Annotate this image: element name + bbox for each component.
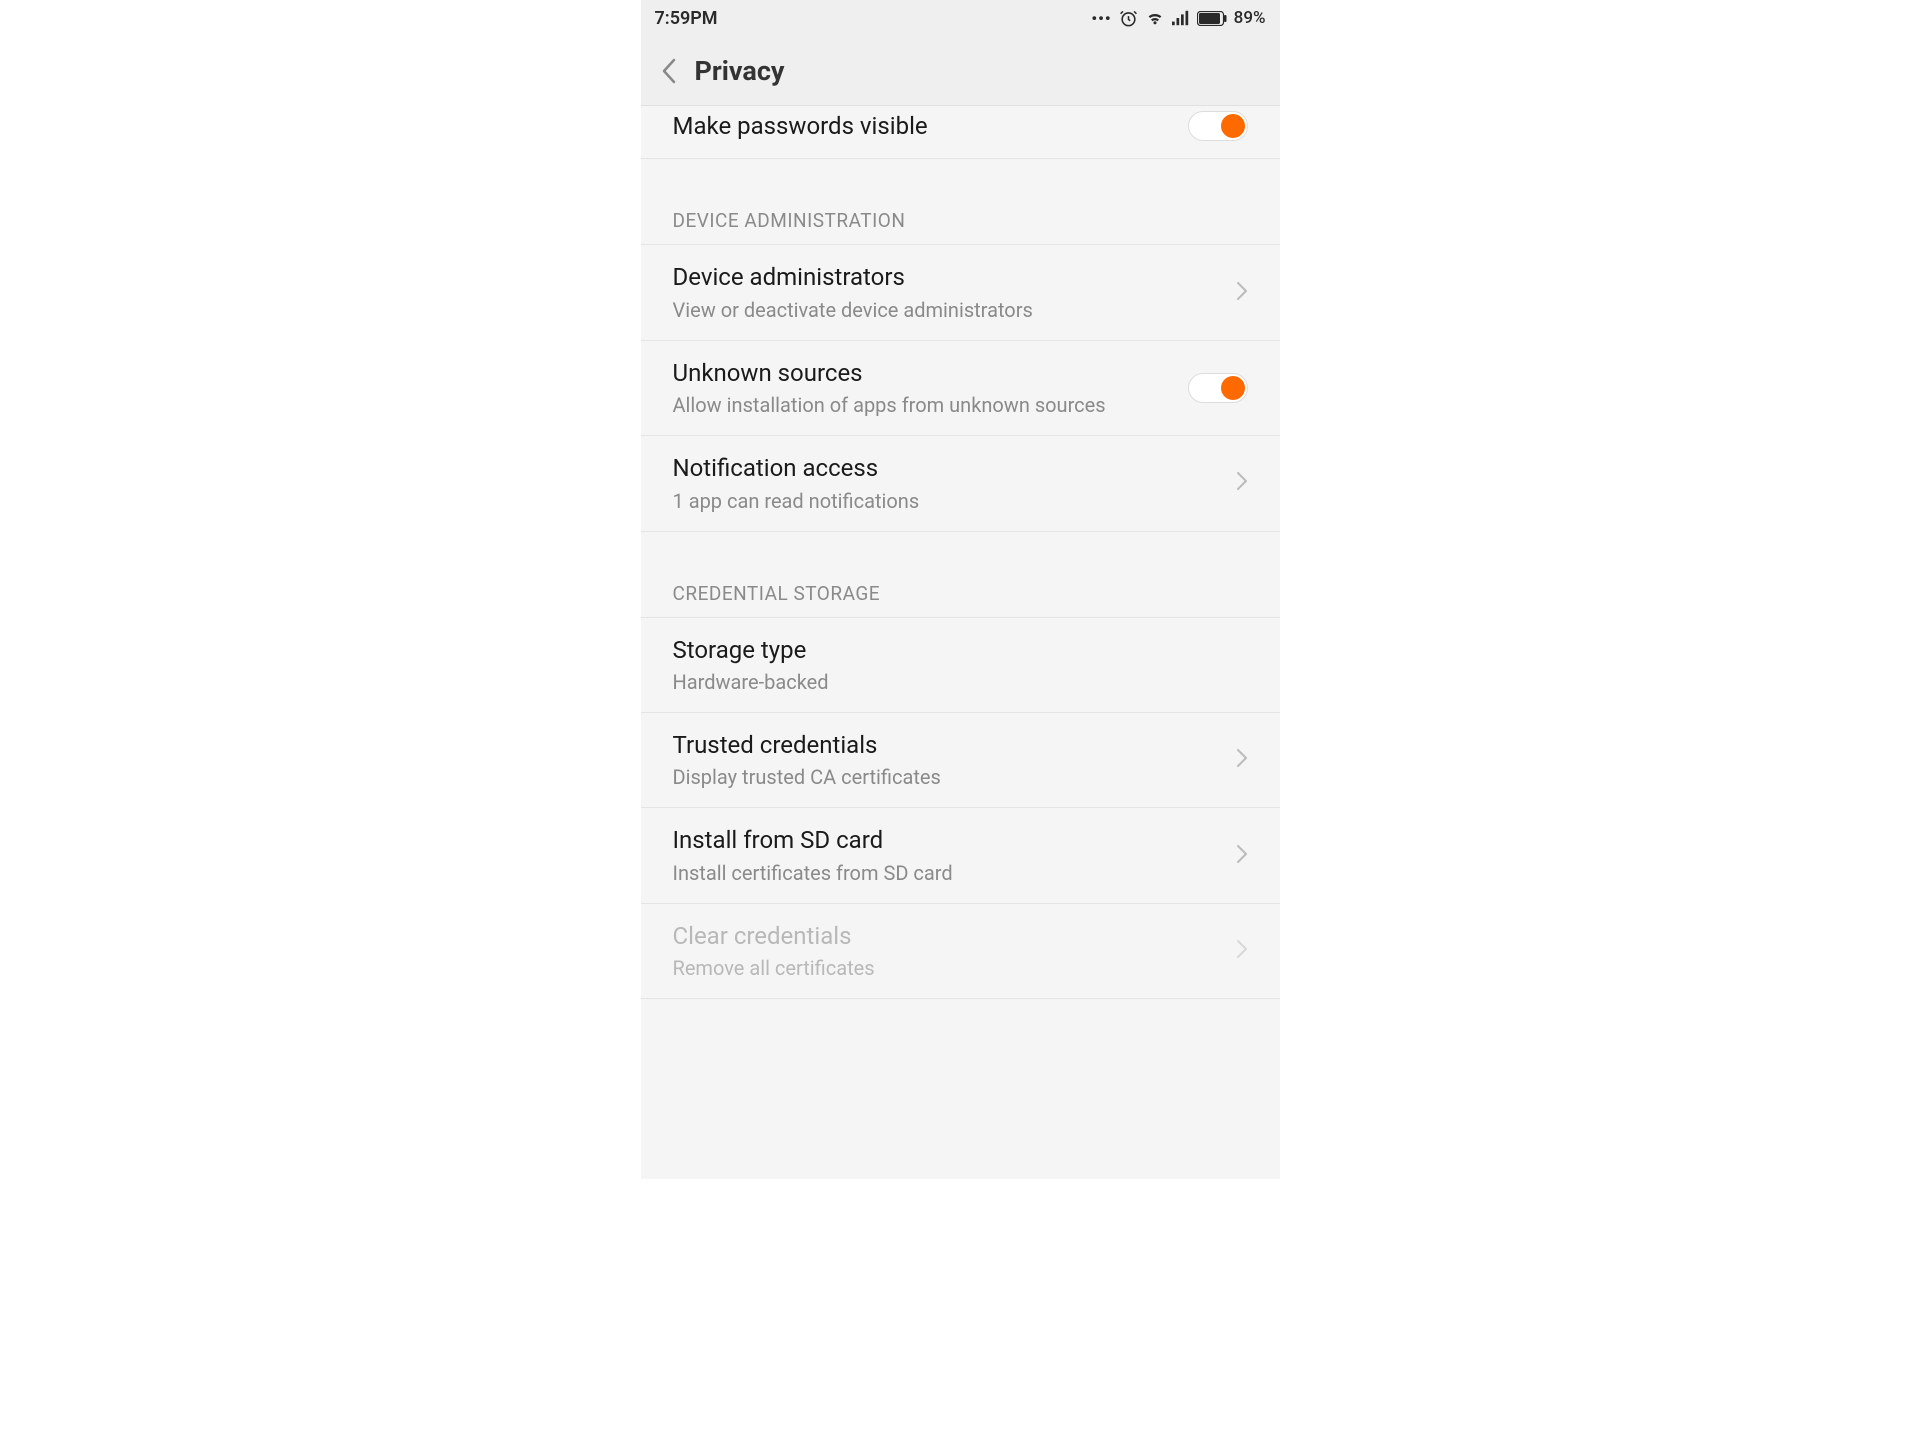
battery-percent: 89%	[1234, 8, 1266, 28]
toggle-switch[interactable]	[1188, 373, 1248, 403]
setting-storage-type: Storage type Hardware-backed	[641, 618, 1280, 713]
setting-subtitle: Install certificates from SD card	[673, 859, 1224, 887]
phone-screen: 7:59PM ••• 89% Privacy	[641, 0, 1280, 1179]
section-header-credential-storage: CREDENTIAL STORAGE	[641, 532, 1280, 618]
setting-subtitle: Display trusted CA certificates	[673, 763, 1224, 791]
setting-title: Make passwords visible	[673, 110, 1188, 142]
status-indicators: ••• 89%	[1091, 8, 1265, 28]
wifi-icon	[1145, 10, 1165, 26]
setting-device-administrators[interactable]: Device administrators View or deactivate…	[641, 245, 1280, 340]
setting-subtitle: Remove all certificates	[673, 954, 1224, 982]
setting-title: Unknown sources	[673, 357, 1188, 389]
toggle-switch[interactable]	[1188, 111, 1248, 141]
setting-title: Notification access	[673, 452, 1224, 484]
signal-icon	[1172, 10, 1190, 26]
toggle-knob	[1221, 376, 1245, 400]
setting-notification-access[interactable]: Notification access 1 app can read notif…	[641, 436, 1280, 531]
chevron-right-icon	[1236, 939, 1248, 963]
setting-subtitle: View or deactivate device administrators	[673, 296, 1224, 324]
setting-title: Trusted credentials	[673, 729, 1224, 761]
setting-unknown-sources[interactable]: Unknown sources Allow installation of ap…	[641, 341, 1280, 436]
setting-make-passwords-visible[interactable]: Make passwords visible	[641, 106, 1280, 159]
chevron-right-icon	[1236, 471, 1248, 495]
chevron-right-icon	[1236, 844, 1248, 868]
status-time: 7:59PM	[655, 8, 718, 29]
battery-icon	[1197, 11, 1227, 26]
setting-install-from-sd-card[interactable]: Install from SD card Install certificate…	[641, 808, 1280, 903]
setting-subtitle: Allow installation of apps from unknown …	[673, 391, 1188, 419]
more-icon: •••	[1091, 9, 1111, 28]
setting-title: Device administrators	[673, 261, 1224, 293]
toggle-knob	[1221, 114, 1245, 138]
setting-subtitle: Hardware-backed	[673, 668, 1248, 696]
chevron-right-icon	[1236, 748, 1248, 772]
page-title: Privacy	[695, 55, 785, 87]
setting-title: Install from SD card	[673, 824, 1224, 856]
setting-clear-credentials: Clear credentials Remove all certificate…	[641, 904, 1280, 999]
back-button[interactable]	[661, 58, 677, 84]
settings-content: Make passwords visible DEVICE ADMINISTRA…	[641, 106, 1280, 1179]
alarm-icon	[1119, 9, 1138, 28]
bottom-spacer	[641, 999, 1280, 1179]
setting-subtitle: 1 app can read notifications	[673, 487, 1224, 515]
status-bar: 7:59PM ••• 89%	[641, 0, 1280, 36]
section-header-device-administration: DEVICE ADMINISTRATION	[641, 159, 1280, 245]
setting-title: Storage type	[673, 634, 1248, 666]
setting-trusted-credentials[interactable]: Trusted credentials Display trusted CA c…	[641, 713, 1280, 808]
setting-title: Clear credentials	[673, 920, 1224, 952]
app-bar: Privacy	[641, 36, 1280, 106]
chevron-right-icon	[1236, 281, 1248, 305]
